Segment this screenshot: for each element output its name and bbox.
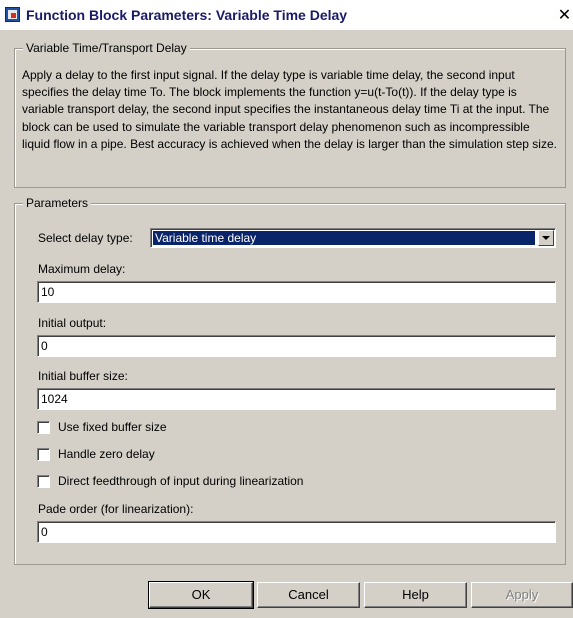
buffer-size-label: Initial buffer size: <box>38 369 128 383</box>
delay-type-value: Variable time delay <box>153 231 535 245</box>
dialog-window: Function Block Parameters: Variable Time… <box>0 0 573 618</box>
buffer-size-field[interactable]: 1024 <box>37 388 556 410</box>
max-delay-field[interactable]: 10 <box>37 281 556 303</box>
zero-delay-checkbox[interactable] <box>37 448 50 461</box>
initial-output-field[interactable]: 0 <box>37 335 556 357</box>
delay-type-label: Select delay type: <box>38 231 133 245</box>
fixed-buffer-label[interactable]: Use fixed buffer size <box>58 420 167 434</box>
chevron-down-icon[interactable] <box>538 230 554 246</box>
title-bar[interactable]: Function Block Parameters: Variable Time… <box>0 0 573 30</box>
direct-feedthrough-label[interactable]: Direct feedthrough of input during linea… <box>58 474 303 488</box>
max-delay-label: Maximum delay: <box>38 262 126 276</box>
initial-output-label: Initial output: <box>38 316 107 330</box>
apply-button[interactable]: Apply <box>471 582 573 608</box>
direct-feedthrough-checkbox[interactable] <box>37 475 50 488</box>
pade-order-label: Pade order (for linearization): <box>38 502 194 516</box>
cancel-button[interactable]: Cancel <box>257 582 360 608</box>
help-button[interactable]: Help <box>364 582 467 608</box>
window-title: Function Block Parameters: Variable Time… <box>26 7 348 23</box>
close-button[interactable]: ✕ <box>556 6 573 24</box>
fixed-buffer-checkbox[interactable] <box>37 421 50 434</box>
block-description: Apply a delay to the first input signal.… <box>22 68 557 151</box>
close-icon: ✕ <box>557 5 572 24</box>
pade-order-field[interactable]: 0 <box>37 521 556 543</box>
description-group-title: Variable Time/Transport Delay <box>23 41 190 55</box>
ok-button[interactable]: OK <box>148 581 254 609</box>
simulink-block-icon <box>5 7 20 22</box>
zero-delay-label[interactable]: Handle zero delay <box>58 447 155 461</box>
delay-type-select[interactable]: Variable time delay <box>150 228 556 248</box>
parameters-group-title: Parameters <box>23 196 92 210</box>
